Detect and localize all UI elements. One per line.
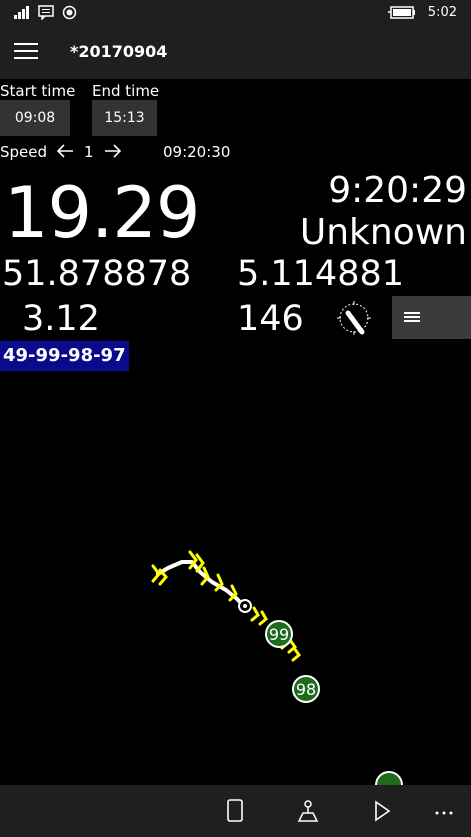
route-label: 49-99-98-97 — [0, 341, 129, 371]
start-time-label: Start time — [0, 82, 76, 100]
more-icon[interactable] — [430, 797, 458, 825]
side-menu-button[interactable] — [392, 296, 471, 339]
status-clock: 5:02 — [427, 5, 457, 20]
map-marker-98: 98 — [292, 675, 320, 703]
bottom-app-bar — [0, 785, 471, 837]
speed-value: 1 — [84, 143, 94, 161]
page-icon[interactable] — [221, 797, 249, 825]
start-time-button[interactable]: 09:08 — [0, 100, 70, 136]
value-a-readout: 3.12 — [22, 299, 100, 339]
value-b-readout: 146 — [237, 299, 304, 339]
compass-icon — [337, 301, 371, 335]
page-title: *20170904 — [70, 42, 168, 61]
arrow-left-icon[interactable] — [55, 142, 75, 160]
time-readout: 9:20:29 — [328, 170, 467, 211]
playback-time: 09:20:30 — [163, 143, 231, 161]
speed-readout: 19.29 — [4, 172, 200, 254]
map-area[interactable]: 99 98 — [0, 372, 471, 785]
hamburger-icon[interactable] — [14, 43, 38, 61]
marker-label: 98 — [296, 680, 316, 699]
marker-label: 99 — [269, 625, 289, 644]
end-time-label: End time — [92, 82, 160, 100]
latitude-readout: 51.878878 — [2, 254, 192, 294]
record-icon — [62, 5, 77, 20]
speed-label: Speed — [0, 143, 48, 161]
map-marker-partial — [375, 771, 403, 785]
map-marker-99: 99 — [265, 620, 293, 648]
map-route-icon[interactable] — [294, 797, 322, 825]
message-icon — [38, 5, 54, 20]
end-time-button[interactable]: 15:13 — [92, 100, 157, 136]
app-header: *20170904 — [0, 27, 471, 79]
heading-readout: Unknown — [299, 212, 467, 253]
signal-icon — [14, 6, 29, 19]
arrow-right-icon[interactable] — [103, 142, 123, 160]
play-icon[interactable] — [367, 797, 395, 825]
longitude-readout: 5.114881 — [237, 254, 405, 294]
status-bar: 5:02 — [0, 0, 471, 27]
battery-charging-icon — [388, 6, 415, 19]
